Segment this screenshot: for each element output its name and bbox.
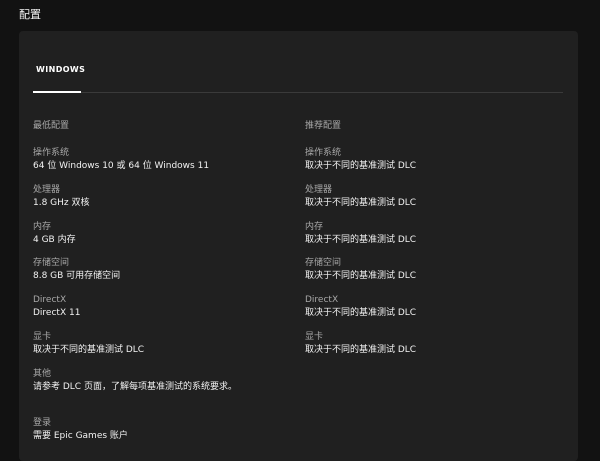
spec-value: 需要 Epic Games 账户 [33,431,128,441]
spec-label: 其他 [33,369,52,379]
rec-spec-storage: 存储空间 取决于不同的基准测试 DLC [305,258,565,282]
spec-value: 取决于不同的基准测试 DLC [33,345,145,355]
spec-value: 取决于不同的基准测试 DLC [305,198,417,208]
spec-label: 显卡 [305,332,324,342]
rec-spec-memory: 内存 取决于不同的基准测试 DLC [305,222,565,246]
min-spec-os: 操作系统 64 位 Windows 10 或 64 位 Windows 11 [33,148,293,172]
spec-value: 取决于不同的基准测试 DLC [305,235,417,245]
min-spec-other: 其他 请参考 DLC 页面，了解每项基准测试的系统要求。 [33,369,293,393]
min-spec-memory: 内存 4 GB 内存 [33,222,293,246]
spec-label: 操作系统 [33,148,70,158]
spec-value: 4 GB 内存 [33,235,76,245]
rec-spec-os: 操作系统 取决于不同的基准测试 DLC [305,148,565,172]
rec-spec-directx: DirectX 取决于不同的基准测试 DLC [305,295,565,319]
min-spec-graphics: 显卡 取决于不同的基准测试 DLC [33,332,293,356]
spec-value: 请参考 DLC 页面，了解每项基准测试的系统要求。 [33,382,237,392]
spec-label: 显卡 [33,332,52,342]
minimum-heading: 最低配置 [33,121,70,131]
platform-tabs: WINDOWS [33,65,563,93]
spec-label: DirectX [305,295,339,305]
spec-value: 1.8 GHz 双核 [33,198,90,208]
spec-label: 处理器 [33,185,61,195]
page-title: 配置 [19,8,41,21]
min-spec-directx: DirectX DirectX 11 [33,295,293,319]
min-spec-storage: 存储空间 8.8 GB 可用存储空间 [33,258,293,282]
spec-label: 操作系统 [305,148,342,158]
recommended-heading: 推荐配置 [305,121,342,131]
spec-value: 取决于不同的基准测试 DLC [305,345,417,355]
spec-label: 内存 [305,222,324,232]
tab-windows[interactable]: WINDOWS [33,65,85,93]
spec-label: 处理器 [305,185,333,195]
tab-windows-label: WINDOWS [36,65,86,74]
spec-label: 存储空间 [305,258,342,268]
spec-value: 64 位 Windows 10 或 64 位 Windows 11 [33,161,210,171]
tabs-divider [81,92,563,93]
system-requirements-panel: WINDOWS 最低配置 操作系统 64 位 Windows 10 或 64 位… [19,31,578,461]
spec-value: DirectX 11 [33,308,81,318]
spec-label: 内存 [33,222,52,232]
rec-spec-processor: 处理器 取决于不同的基准测试 DLC [305,185,565,209]
spec-value: 8.8 GB 可用存储空间 [33,271,121,281]
spec-label: 登录 [33,418,52,428]
spec-value: 取决于不同的基准测试 DLC [305,271,417,281]
min-spec-login: 登录 需要 Epic Games 账户 [33,418,293,442]
spec-value: 取决于不同的基准测试 DLC [305,161,417,171]
spec-value: 取决于不同的基准测试 DLC [305,308,417,318]
rec-spec-graphics: 显卡 取决于不同的基准测试 DLC [305,332,565,356]
tab-active-indicator [33,91,81,93]
spec-label: 存储空间 [33,258,70,268]
min-spec-processor: 处理器 1.8 GHz 双核 [33,185,293,209]
spec-label: DirectX [33,295,67,305]
